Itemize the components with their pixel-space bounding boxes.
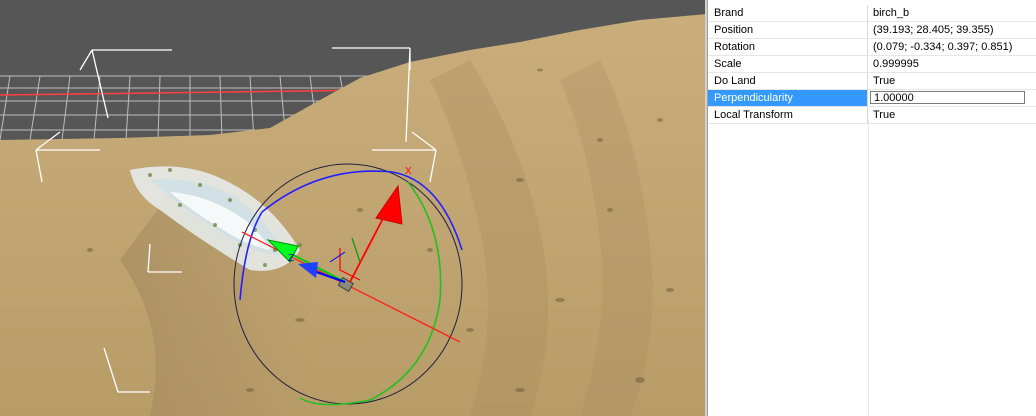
property-value[interactable]: 0.999995 <box>868 56 1036 72</box>
gizmo-axis-x-label: X <box>405 166 412 177</box>
property-value[interactable]: (39.193; 28.405; 39.355) <box>868 22 1036 38</box>
property-value[interactable]: True <box>868 73 1036 89</box>
property-row-perpendicularity[interactable]: Perpendicularity <box>708 90 1036 107</box>
property-name: Scale <box>708 56 868 72</box>
property-row-rotation[interactable]: Rotation (0.079; -0.334; 0.397; 0.851) <box>708 39 1036 56</box>
property-row-local-transform[interactable]: Local Transform True <box>708 107 1036 124</box>
column-separator <box>868 119 869 416</box>
property-row-position[interactable]: Position (39.193; 28.405; 39.355) <box>708 22 1036 39</box>
3d-viewport[interactable]: X Z <box>0 0 707 416</box>
property-value[interactable]: birch_b <box>868 5 1036 21</box>
property-name: Position <box>708 22 868 38</box>
property-name: Rotation <box>708 39 868 55</box>
property-row-brand[interactable]: Brand birch_b <box>708 5 1036 22</box>
property-name: Perpendicularity <box>708 90 868 106</box>
scene-canvas[interactable]: X Z <box>0 0 707 416</box>
property-value[interactable]: True <box>868 107 1036 123</box>
property-row-scale[interactable]: Scale 0.999995 <box>708 56 1036 73</box>
property-name: Brand <box>708 5 868 21</box>
property-name: Local Transform <box>708 107 868 123</box>
property-value[interactable]: (0.079; -0.334; 0.397; 0.851) <box>868 39 1036 55</box>
property-name: Do Land <box>708 73 868 89</box>
property-row-do-land[interactable]: Do Land True <box>708 73 1036 90</box>
perpendicularity-value-input[interactable] <box>870 91 1025 104</box>
gizmo-axis-z-label: Z <box>288 253 294 264</box>
property-grid: Brand birch_b Position (39.193; 28.405; … <box>707 0 1036 416</box>
